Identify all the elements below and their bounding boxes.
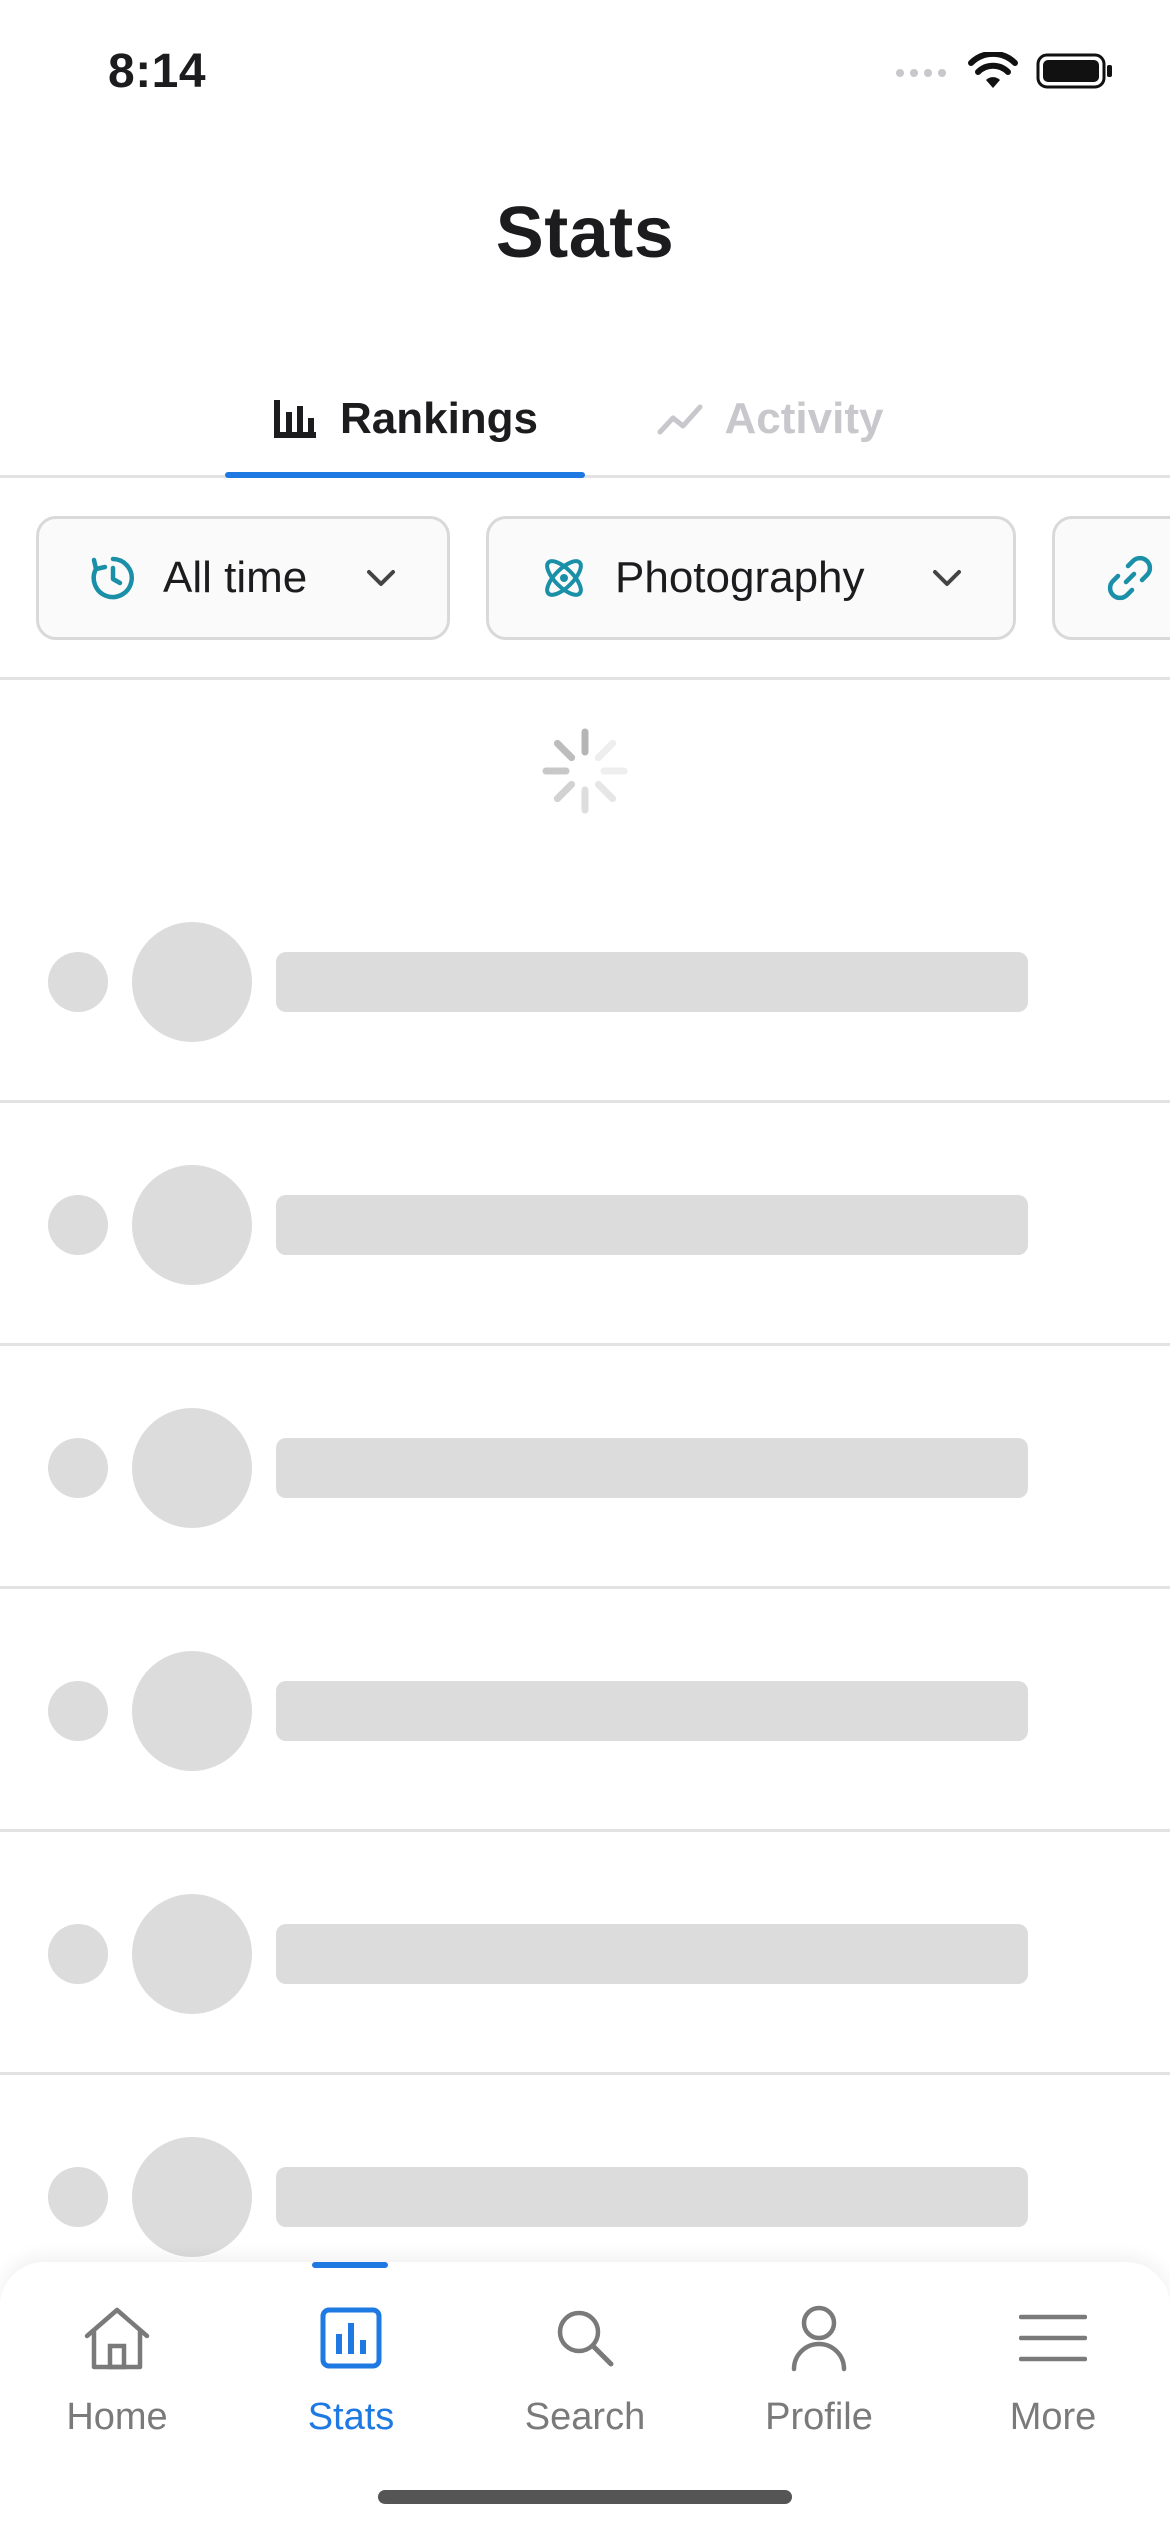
stats-screen: 8:14 Stats Rankings Activity All time Ph… [0,0,1170,2532]
link-icon [1107,555,1153,601]
skeleton-text-placeholder [276,1924,1028,1984]
skeleton-rank-placeholder [48,1438,108,1498]
nav-home-label: Home [66,2396,168,2438]
skeleton-text-placeholder [276,1681,1028,1741]
skeleton-rank-placeholder [48,952,108,1012]
home-icon [84,2307,150,2370]
category-filter-label: Photography [615,553,865,602]
chevron-down-icon [367,570,395,586]
skeleton-row [0,1346,1170,1589]
menu-icon [1019,2314,1087,2362]
time-filter-dropdown[interactable]: All time [36,516,450,640]
skeleton-text-placeholder [276,1438,1028,1498]
chevron-down-icon [933,570,961,586]
skeleton-row [0,1103,1170,1346]
tab-activity[interactable]: Activity [620,360,920,478]
stats-icon [320,2307,382,2369]
nav-search-label: Search [524,2396,646,2438]
skeleton-text-placeholder [276,952,1028,1012]
bar-chart-icon [273,400,316,438]
skeleton-rank-placeholder [48,1681,108,1741]
status-bar: 8:14 [0,0,1170,150]
tab-rankings-label: Rankings [339,394,539,443]
nav-more[interactable]: More [936,2262,1170,2462]
loading-spinner-icon [542,728,628,814]
skeleton-rank-placeholder [48,2167,108,2227]
tab-rankings[interactable]: Rankings [225,360,585,478]
skeleton-text-placeholder [276,1195,1028,1255]
status-time: 8:14 [108,45,207,98]
time-filter-label: All time [163,553,308,602]
nav-home[interactable]: Home [0,2262,234,2462]
skeleton-avatar-placeholder [132,1651,252,1771]
search-icon [557,2310,614,2367]
page-title: Stats [495,193,675,273]
category-filter-dropdown[interactable]: Photography [486,516,1016,640]
nav-profile-label: Profile [765,2396,873,2438]
skeleton-rank-placeholder [48,1195,108,1255]
skeleton-avatar-placeholder [132,1894,252,2014]
battery-icon [1036,53,1112,89]
nav-stats-label: Stats [307,2396,395,2438]
nav-profile[interactable]: Profile [702,2262,936,2462]
skeleton-avatar-placeholder [132,1408,252,1528]
signal-icon [896,69,946,77]
skeleton-rank-placeholder [48,1924,108,1984]
status-icons [894,52,1114,90]
skeleton-row [0,1832,1170,2075]
skeleton-avatar-placeholder [132,922,252,1042]
nav-stats[interactable]: Stats [234,2262,468,2462]
skeleton-avatar-placeholder [132,2137,252,2257]
skeleton-text-placeholder [276,2167,1028,2227]
filter-bar: All time Photography [0,478,1170,680]
home-indicator [378,2490,792,2504]
atom-icon [545,559,583,597]
trend-line-icon [657,404,703,435]
clock-refresh-icon [91,556,134,600]
rankings-list [0,860,1170,2318]
link-filter-chip[interactable] [1052,516,1170,640]
profile-icon [791,2305,847,2372]
skeleton-row [0,860,1170,1103]
tab-activity-label: Activity [724,394,884,443]
skeleton-avatar-placeholder [132,1165,252,1285]
wifi-icon [968,52,1018,88]
stats-tabs: Rankings Activity [0,360,1170,478]
skeleton-row [0,1589,1170,1832]
nav-more-label: More [1009,2396,1097,2438]
nav-search[interactable]: Search [468,2262,702,2462]
